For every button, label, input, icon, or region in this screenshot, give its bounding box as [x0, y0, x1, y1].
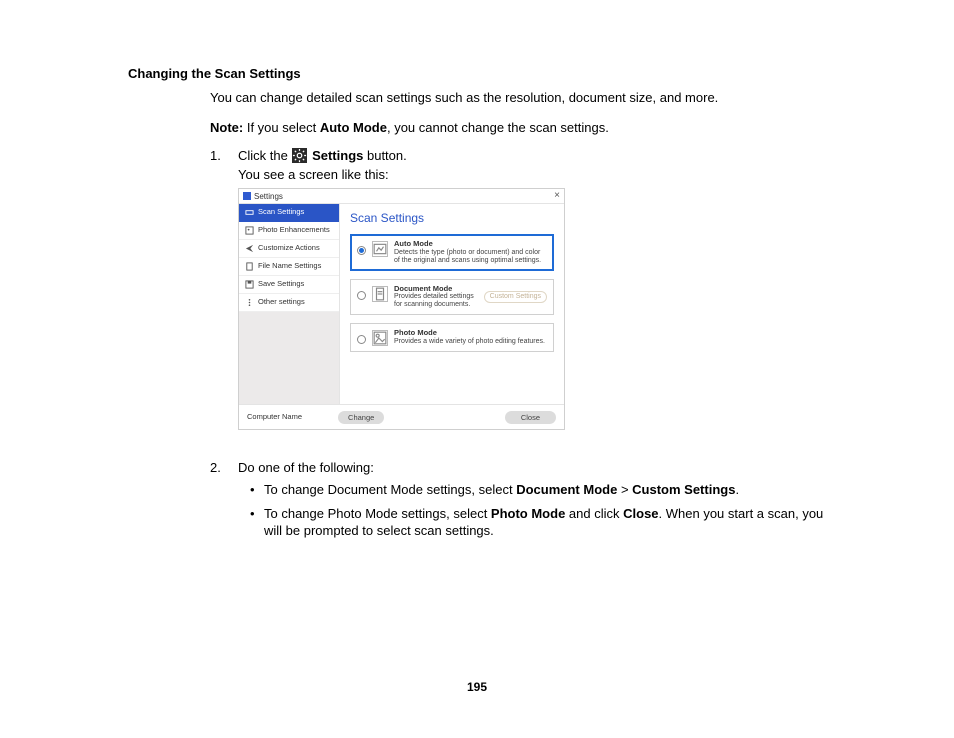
sidebar-item-label: Customize Actions: [258, 244, 320, 253]
bullet-bold: Close: [623, 506, 658, 521]
mode-desc: Detects the type (photo or document) and…: [394, 249, 547, 265]
radio-icon[interactable]: [357, 335, 366, 344]
mode-title: Photo Mode: [394, 329, 547, 338]
sidebar-item-customize-actions[interactable]: Customize Actions: [239, 240, 339, 258]
step-2: 2. Do one of the following: To change Do…: [210, 460, 844, 540]
scan-icon: [245, 208, 254, 217]
sidebar-item-save-settings[interactable]: Save Settings: [239, 276, 339, 294]
bullet-bold: Photo Mode: [491, 506, 565, 521]
custom-settings-button[interactable]: Custom Settings: [484, 291, 547, 303]
bullet-text: and click: [565, 506, 623, 521]
bullet-bold: Custom Settings: [632, 482, 735, 497]
step-1: 1. Click the Settings button. You see a …: [210, 148, 844, 454]
settings-footer: Computer Name Change Close: [239, 404, 564, 429]
mode-option-photo[interactable]: Photo Mode Provides a wide variety of ph…: [350, 323, 554, 352]
bullet-text: To change Document Mode settings, select: [264, 482, 516, 497]
step-1-text-b: Settings: [308, 148, 363, 163]
window-titlebar: Settings ×: [239, 189, 564, 204]
photo-enhance-icon: [245, 226, 254, 235]
mode-title: Auto Mode: [394, 240, 547, 249]
step-2-text: Do one of the following:: [238, 460, 374, 475]
send-icon: [245, 244, 254, 253]
mode-title: Document Mode: [394, 285, 478, 294]
section-heading: Changing the Scan Settings: [128, 66, 844, 81]
intro-text: You can change detailed scan settings su…: [210, 89, 844, 107]
close-button[interactable]: Close: [505, 411, 556, 424]
bullet-text: .: [735, 482, 739, 497]
auto-mode-icon: [372, 241, 388, 257]
bullet-text: >: [617, 482, 632, 497]
note-after: , you cannot change the scan settings.: [387, 120, 609, 135]
settings-sidebar: Scan Settings Photo Enhancements: [239, 204, 340, 404]
bullet-bold: Document Mode: [516, 482, 617, 497]
note-label: Note:: [210, 120, 243, 135]
step-2-number: 2.: [210, 460, 221, 475]
mode-option-auto[interactable]: Auto Mode Detects the type (photo or doc…: [350, 234, 554, 271]
window-title: Settings: [254, 192, 554, 201]
sidebar-item-label: Scan Settings: [258, 208, 304, 217]
step-1-text-a: Click the: [238, 148, 291, 163]
radio-icon[interactable]: [357, 246, 366, 255]
bullet-text: To change Photo Mode settings, select: [264, 506, 491, 521]
note-text: Note: If you select Auto Mode, you canno…: [210, 119, 844, 137]
file-icon: [245, 262, 254, 271]
more-icon: [245, 298, 254, 307]
mode-desc: Provides a wide variety of photo editing…: [394, 338, 547, 346]
main-panel-title: Scan Settings: [350, 212, 554, 226]
note-before: If you select: [243, 120, 320, 135]
step-1-subtext: You see a screen like this:: [238, 167, 844, 182]
save-icon: [245, 280, 254, 289]
photo-mode-icon: [372, 330, 388, 346]
sidebar-item-photo-enhancements[interactable]: Photo Enhancements: [239, 222, 339, 240]
sidebar-item-other-settings[interactable]: Other settings: [239, 294, 339, 312]
page-number: 195: [0, 680, 954, 694]
settings-icon: [292, 148, 307, 163]
settings-window: Settings × Scan Settings: [238, 188, 565, 430]
sidebar-item-label: File Name Settings: [258, 262, 321, 271]
radio-icon[interactable]: [357, 291, 366, 300]
sidebar-item-label: Photo Enhancements: [258, 226, 330, 235]
sidebar-item-label: Other settings: [258, 298, 305, 307]
note-bold: Auto Mode: [320, 120, 387, 135]
step-1-number: 1.: [210, 148, 221, 163]
mode-option-document[interactable]: Document Mode Provides detailed settings…: [350, 279, 554, 316]
mode-desc: Provides detailed settings for scanning …: [394, 293, 478, 309]
window-close-button[interactable]: ×: [554, 190, 560, 202]
sidebar-item-label: Save Settings: [258, 280, 304, 289]
step-1-text-c: button.: [363, 148, 406, 163]
computer-name-label: Computer Name: [247, 413, 302, 422]
bullet-photo-mode: To change Photo Mode settings, select Ph…: [238, 505, 844, 540]
bullet-document-mode: To change Document Mode settings, select…: [238, 481, 844, 499]
sidebar-item-file-name-settings[interactable]: File Name Settings: [239, 258, 339, 276]
app-icon: [243, 192, 251, 200]
document-mode-icon: [372, 286, 388, 302]
sidebar-item-scan-settings[interactable]: Scan Settings: [239, 204, 339, 222]
change-button[interactable]: Change: [338, 411, 384, 424]
